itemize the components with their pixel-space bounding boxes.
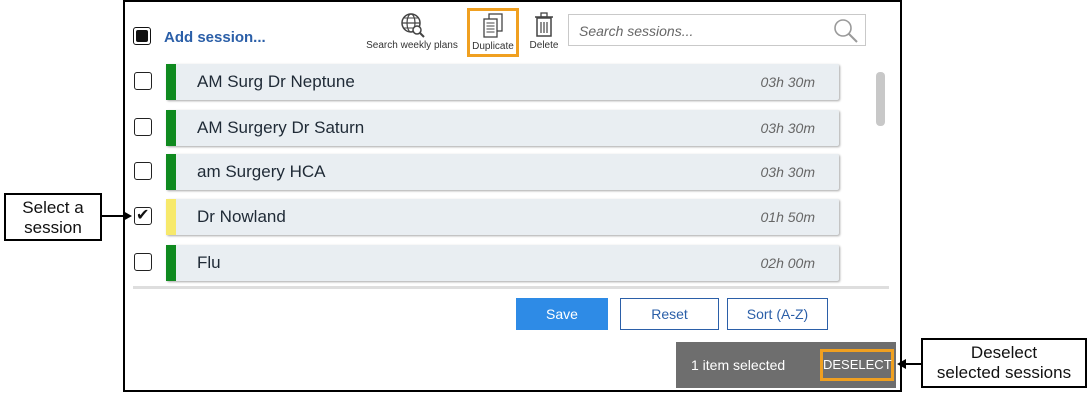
session-duration: 03h 30m xyxy=(760,74,815,90)
session-color-bar xyxy=(166,110,176,146)
session-card[interactable]: am Surgery HCA 03h 30m xyxy=(166,154,839,190)
callout-arrow-icon xyxy=(101,211,132,221)
checkmark-icon: ✔ xyxy=(136,207,150,224)
session-duration: 03h 30m xyxy=(760,120,815,136)
session-card[interactable]: Flu 02h 00m xyxy=(166,245,839,281)
callout-arrow-icon xyxy=(897,359,922,369)
session-checkbox[interactable] xyxy=(134,162,152,180)
session-duration: 03h 30m xyxy=(760,164,815,180)
callout-line: Select a xyxy=(22,198,84,217)
session-row: am Surgery HCA 03h 30m xyxy=(133,154,841,190)
session-duration: 01h 50m xyxy=(760,209,815,225)
search-sessions-box xyxy=(568,14,866,46)
list-divider xyxy=(133,286,889,289)
deselect-button[interactable]: DESELECT xyxy=(820,349,894,381)
session-row: AM Surgery Dr Saturn 03h 30m xyxy=(133,110,841,146)
session-color-bar xyxy=(166,245,176,281)
session-checkbox[interactable] xyxy=(134,118,152,136)
search-icon[interactable] xyxy=(833,18,859,44)
session-name: am Surgery HCA xyxy=(197,162,326,181)
callout-line: Deselect xyxy=(970,343,1038,362)
session-checkbox[interactable] xyxy=(134,72,152,90)
search-sessions-input[interactable] xyxy=(577,20,831,42)
session-row: ✔ Dr Nowland 01h 50m xyxy=(133,199,841,235)
session-color-bar xyxy=(166,154,176,190)
callout-line: selected sessions xyxy=(936,363,1072,382)
deselect-callout: Deselect selected sessions xyxy=(921,338,1087,388)
reset-button[interactable]: Reset xyxy=(620,298,719,330)
duplicate-label: Duplicate xyxy=(472,41,514,52)
session-panel xyxy=(123,0,902,392)
search-weekly-plans-button[interactable]: Search weekly plans xyxy=(366,12,458,51)
session-name: Dr Nowland xyxy=(197,207,286,226)
duplicate-button[interactable]: Duplicate xyxy=(467,8,519,57)
session-name: AM Surgery Dr Saturn xyxy=(197,118,365,137)
search-weekly-plans-label: Search weekly plans xyxy=(366,40,458,51)
selection-bar: 1 item selected DESELECT xyxy=(676,342,896,388)
session-row: AM Surg Dr Neptune 03h 30m xyxy=(133,64,841,100)
delete-label: Delete xyxy=(529,40,559,51)
select-session-callout: Select a session xyxy=(4,193,102,241)
session-checkbox[interactable] xyxy=(134,253,152,271)
session-row: Flu 02h 00m xyxy=(133,245,841,281)
session-duration: 02h 00m xyxy=(760,255,815,271)
list-scrollbar[interactable] xyxy=(876,72,885,126)
session-checkbox[interactable]: ✔ xyxy=(134,207,152,225)
select-all-indicator xyxy=(136,30,148,42)
callout-line: session xyxy=(24,218,82,237)
trash-icon xyxy=(535,12,553,37)
session-card[interactable]: AM Surgery Dr Saturn 03h 30m xyxy=(166,110,839,146)
selection-count: 1 item selected xyxy=(691,357,786,373)
duplicate-icon xyxy=(483,13,503,38)
save-button[interactable]: Save xyxy=(516,298,608,330)
globe-search-icon xyxy=(401,13,425,38)
session-card[interactable]: AM Surg Dr Neptune 03h 30m xyxy=(166,64,839,100)
add-session-link[interactable]: Add session... xyxy=(164,29,266,46)
sort-button[interactable]: Sort (A-Z) xyxy=(727,298,828,330)
session-color-bar xyxy=(166,64,176,100)
delete-button[interactable]: Delete xyxy=(525,12,563,51)
select-all-checkbox[interactable] xyxy=(133,27,151,45)
session-card[interactable]: Dr Nowland 01h 50m xyxy=(166,199,839,235)
session-name: AM Surg Dr Neptune xyxy=(197,72,355,91)
session-name: Flu xyxy=(197,253,221,272)
session-color-bar xyxy=(166,199,176,235)
